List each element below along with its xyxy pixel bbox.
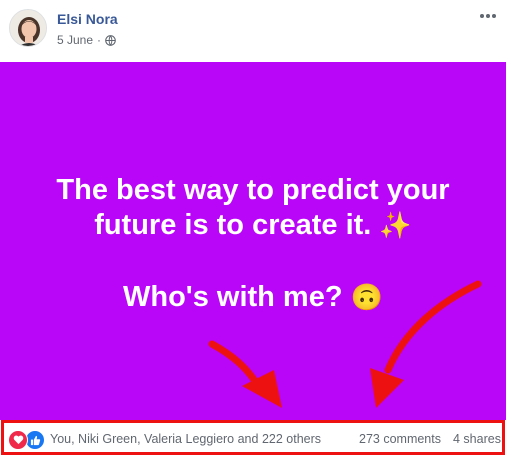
post-content[interactable]: The best way to predict your future is t… — [0, 62, 506, 420]
sparkles-emoji: ✨ — [379, 210, 412, 240]
comments-count[interactable]: 273 comments — [359, 432, 441, 446]
author-avatar[interactable] — [9, 9, 47, 47]
love-reaction-icon[interactable] — [8, 430, 28, 450]
more-options-icon[interactable] — [476, 6, 500, 26]
post-text-line-2: future is to create it. ✨ — [0, 207, 506, 243]
upside-down-face-emoji: 🙃 — [350, 282, 383, 312]
author-name[interactable]: Elsi Nora — [57, 11, 118, 27]
post-header: Elsi Nora 5 June · — [0, 0, 506, 62]
facebook-post: Elsi Nora 5 June · The best way to predi… — [0, 0, 506, 457]
post-date[interactable]: 5 June — [57, 33, 93, 47]
post-text-1: The best way to predict your — [56, 174, 450, 206]
post-text-line-3: Who's with me? 🙃 — [0, 279, 506, 315]
like-reaction-icon[interactable] — [25, 430, 45, 450]
reaction-names[interactable]: You, Niki Green, Valeria Leggiero and 22… — [50, 432, 321, 446]
reaction-icons[interactable] — [8, 430, 45, 450]
reactions-bar: You, Niki Green, Valeria Leggiero and 22… — [1, 420, 505, 455]
post-meta: 5 June · — [57, 33, 116, 47]
shares-count[interactable]: 4 shares — [453, 432, 501, 446]
post-text-line-1: The best way to predict your — [0, 172, 506, 208]
globe-icon[interactable] — [105, 34, 116, 46]
post-text-2: future is to create it. — [94, 209, 372, 241]
post-text-3: Who's with me? — [123, 281, 343, 313]
meta-separator: · — [97, 33, 102, 47]
